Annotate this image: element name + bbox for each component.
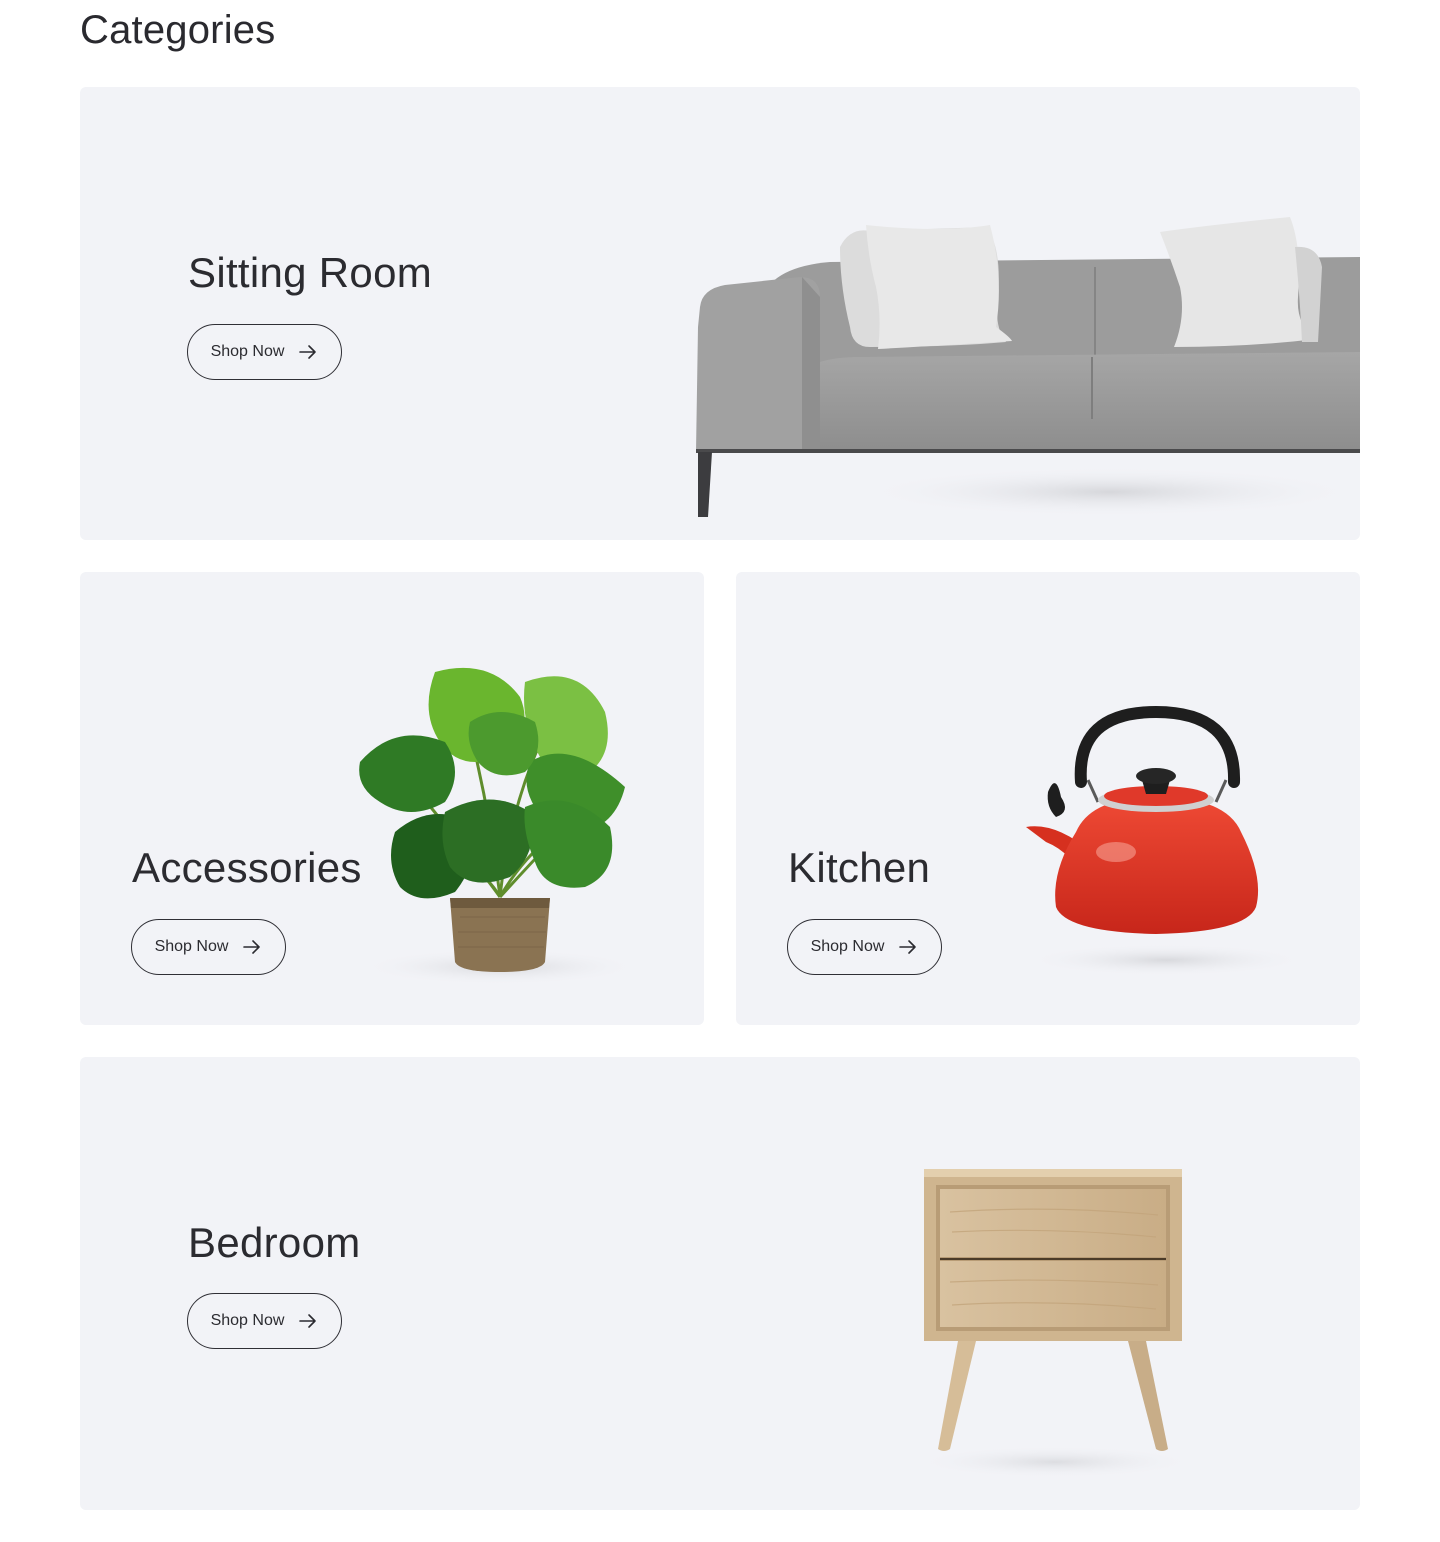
arrow-right-icon (298, 1311, 318, 1331)
section-title: Categories (80, 8, 276, 52)
category-card-accessories[interactable]: Accessories Shop Now (80, 572, 704, 1025)
arrow-right-icon (298, 342, 318, 362)
category-card-sitting-room[interactable]: Sitting Room Shop Now (80, 87, 1360, 540)
category-card-bedroom[interactable]: Bedroom Shop Now (80, 1057, 1360, 1510)
nightstand-image (900, 1157, 1220, 1487)
category-title-kitchen: Kitchen (788, 844, 931, 891)
shop-now-label: Shop Now (210, 343, 285, 360)
category-card-kitchen[interactable]: Kitchen Shop Now (736, 572, 1360, 1025)
arrow-right-icon (242, 937, 262, 957)
shop-now-button-kitchen[interactable]: Shop Now (787, 919, 942, 975)
category-title-sitting-room: Sitting Room (188, 249, 433, 296)
shop-now-button-accessories[interactable]: Shop Now (131, 919, 286, 975)
shop-now-label: Shop Now (810, 938, 885, 955)
plant-image (350, 662, 650, 992)
kettle-image (1016, 702, 1306, 982)
shop-now-label: Shop Now (210, 1312, 285, 1329)
shop-now-button-sitting-room[interactable]: Shop Now (187, 324, 342, 380)
category-title-accessories: Accessories (132, 844, 362, 891)
shop-now-button-bedroom[interactable]: Shop Now (187, 1293, 342, 1349)
category-title-bedroom: Bedroom (188, 1219, 361, 1266)
sofa-image (690, 207, 1360, 527)
shop-now-label: Shop Now (154, 938, 229, 955)
arrow-right-icon (898, 937, 918, 957)
